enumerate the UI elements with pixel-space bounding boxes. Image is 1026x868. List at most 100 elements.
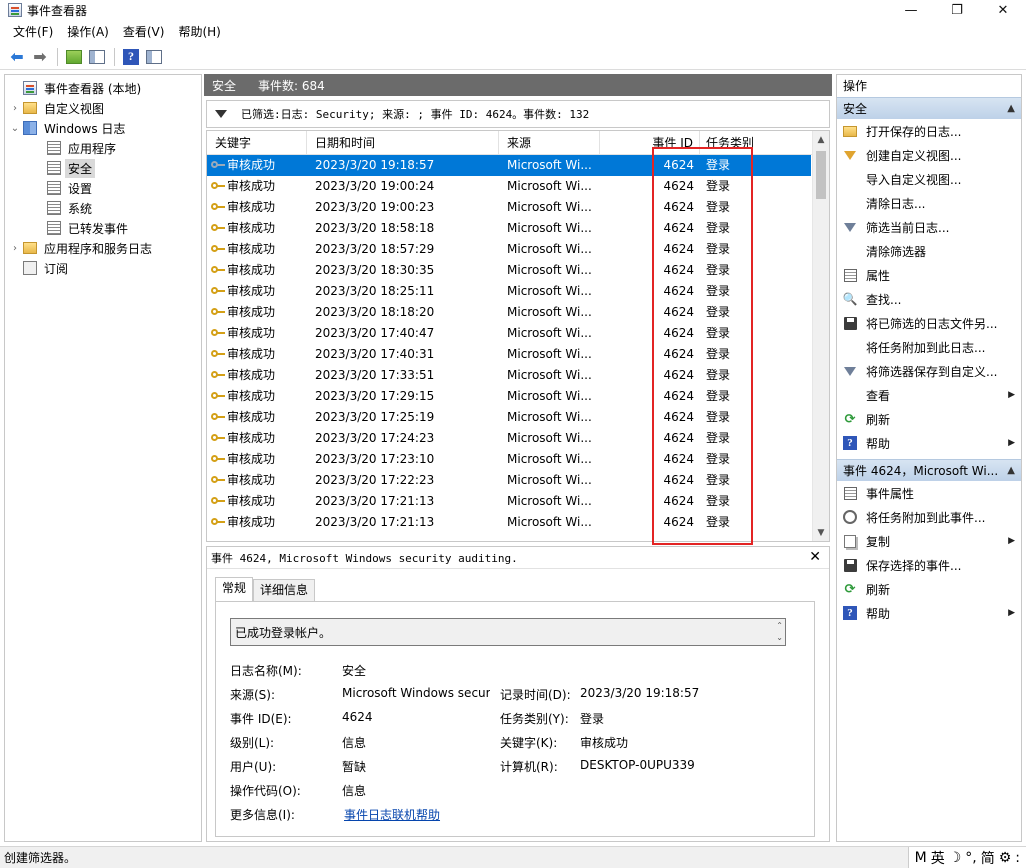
tree-item[interactable]: ⌄ Windows 日志 (5, 118, 201, 138)
tree-item[interactable]: 已转发事件 (5, 218, 201, 238)
show-hide-tree-button[interactable] (86, 46, 108, 68)
action-item[interactable]: 将任务附加到此日志... (837, 335, 1021, 359)
column-header-task-category[interactable]: 任务类别 (700, 131, 809, 154)
action-item[interactable]: 筛选当前日志... (837, 215, 1021, 239)
event-row[interactable]: 审核成功 2023/3/20 18:58:18 Microsoft Wi... 462… (207, 218, 811, 239)
tree-item[interactable]: 事件查看器 (本地) (5, 78, 201, 98)
event-log-online-help-link[interactable]: 事件日志联机帮助 (344, 806, 440, 823)
action-item[interactable]: 查看 ▶ (837, 383, 1021, 407)
action-item[interactable]: 🔍 查找... (837, 287, 1021, 311)
tree-item[interactable]: 应用程序 (5, 138, 201, 158)
tree-item[interactable]: › 应用程序和服务日志 (5, 238, 201, 258)
action-item[interactable]: ? 帮助 ▶ (837, 601, 1021, 625)
tree-item-label: 安全 (65, 158, 96, 178)
tab-general[interactable]: 常规 (215, 577, 254, 601)
event-row[interactable]: 审核成功 2023/3/20 17:21:13 Microsoft Wi... 462… (207, 512, 811, 533)
ime-language[interactable]: 英 (929, 848, 947, 868)
key-icon (211, 244, 225, 254)
column-header-keywords[interactable]: 关键字 (207, 131, 307, 154)
up-folder-button[interactable] (63, 46, 85, 68)
cell-source: Microsoft Wi... (507, 158, 592, 172)
action-item[interactable]: 属性 (837, 263, 1021, 287)
ime-mode-icon[interactable]: M (913, 850, 929, 866)
grid-scrollbar[interactable]: ▲ ▼ (812, 131, 829, 541)
event-row[interactable]: 审核成功 2023/3/20 19:00:23 Microsoft Wi... 462… (207, 197, 811, 218)
ime-moon-icon[interactable]: ☽ (947, 850, 964, 866)
chevron-right-icon[interactable]: › (7, 243, 23, 254)
event-row[interactable]: 审核成功 2023/3/20 17:29:15 Microsoft Wi... 462… (207, 386, 811, 407)
event-row[interactable]: 审核成功 2023/3/20 18:18:20 Microsoft Wi... 462… (207, 302, 811, 323)
actions-section-event[interactable]: 事件 4624，Microsoft Wi... ▲ (837, 459, 1021, 481)
properties-icon (842, 267, 858, 283)
column-header-source[interactable]: 来源 (499, 131, 600, 154)
event-row[interactable]: 审核成功 2023/3/20 17:33:51 Microsoft Wi... 462… (207, 365, 811, 386)
menu-file[interactable]: 文件(F) (6, 22, 60, 42)
open-log-icon (842, 123, 858, 139)
ime-settings-icon[interactable]: ⚙ (997, 850, 1014, 866)
action-item[interactable]: 将已筛选的日志文件另... (837, 311, 1021, 335)
action-item[interactable]: 清除日志... (837, 191, 1021, 215)
event-row[interactable]: 审核成功 2023/3/20 19:18:57 Microsoft Wi... 462… (207, 155, 811, 176)
description-scroll-icon[interactable]: ⌃ ⌄ (776, 620, 783, 644)
chevron-down-icon[interactable]: ⌄ (7, 123, 23, 134)
cell-datetime: 2023/3/20 17:25:19 (315, 410, 435, 424)
event-row[interactable]: 审核成功 2023/3/20 18:30:35 Microsoft Wi... 462… (207, 260, 811, 281)
collapse-icon[interactable]: ▲ (1007, 460, 1015, 481)
event-row[interactable]: 审核成功 2023/3/20 17:22:23 Microsoft Wi... 462… (207, 470, 811, 491)
cell-source: Microsoft Wi... (507, 179, 592, 193)
action-item[interactable]: 将筛选器保存到自定义... (837, 359, 1021, 383)
column-header-datetime[interactable]: 日期和时间 (307, 131, 499, 154)
collapse-icon[interactable]: ▲ (1007, 98, 1015, 119)
scroll-down-icon[interactable]: ▼ (813, 524, 829, 541)
cell-datetime: 2023/3/20 17:40:47 (315, 326, 435, 340)
action-item[interactable]: 事件属性 (837, 481, 1021, 505)
action-item[interactable]: 保存选择的事件... (837, 553, 1021, 577)
event-row[interactable]: 审核成功 2023/3/20 18:57:29 Microsoft Wi... 462… (207, 239, 811, 260)
chevron-right-icon[interactable]: › (7, 103, 23, 114)
back-button[interactable]: ⬅ (6, 46, 28, 68)
help-button[interactable]: ? (120, 46, 142, 68)
column-header-event-id[interactable]: 事件 ID (600, 131, 700, 154)
event-row[interactable]: 审核成功 2023/3/20 17:21:13 Microsoft Wi... 462… (207, 491, 811, 512)
actions-section-log[interactable]: 安全 ▲ (837, 97, 1021, 119)
event-row[interactable]: 审核成功 2023/3/20 19:00:24 Microsoft Wi... 462… (207, 176, 811, 197)
tree-item[interactable]: 设置 (5, 178, 201, 198)
action-item[interactable]: ⟳ 刷新 (837, 407, 1021, 431)
event-row[interactable]: 审核成功 2023/3/20 17:24:23 Microsoft Wi... 462… (207, 428, 811, 449)
menu-help[interactable]: 帮助(H) (171, 22, 227, 42)
ime-punctuation-icon[interactable]: °, (963, 850, 978, 866)
ime-more-icon[interactable]: : (1013, 850, 1022, 866)
close-icon[interactable]: ✕ (809, 549, 821, 565)
tree-item[interactable]: 安全 (5, 158, 201, 178)
event-row[interactable]: 审核成功 2023/3/20 18:25:11 Microsoft Wi... 462… (207, 281, 811, 302)
tree-item[interactable]: › 自定义视图 (5, 98, 201, 118)
action-item[interactable]: 复制 ▶ (837, 529, 1021, 553)
action-item[interactable]: ⟳ 刷新 (837, 577, 1021, 601)
action-item[interactable]: 清除筛选器 (837, 239, 1021, 263)
action-item[interactable]: 打开保存的日志... (837, 119, 1021, 143)
maximize-button[interactable]: ❐ (934, 0, 980, 20)
action-item[interactable]: ? 帮助 ▶ (837, 431, 1021, 455)
action-item-label: 帮助 (866, 436, 891, 451)
forward-button[interactable]: ➡ (29, 46, 51, 68)
tree-item[interactable]: 订阅 (5, 258, 201, 278)
tab-details[interactable]: 详细信息 (253, 579, 316, 601)
tree-item[interactable]: 系统 (5, 198, 201, 218)
event-row[interactable]: 审核成功 2023/3/20 17:40:47 Microsoft Wi... 462… (207, 323, 811, 344)
menu-action[interactable]: 操作(A) (60, 22, 116, 42)
close-button[interactable]: ✕ (980, 0, 1026, 20)
menu-view[interactable]: 查看(V) (116, 22, 172, 42)
event-row[interactable]: 审核成功 2023/3/20 17:23:10 Microsoft Wi... 462… (207, 449, 811, 470)
show-hide-action-pane-button[interactable] (143, 46, 165, 68)
event-row[interactable]: 审核成功 2023/3/20 17:40:31 Microsoft Wi... 462… (207, 344, 811, 365)
action-item[interactable]: 创建自定义视图... (837, 143, 1021, 167)
event-description[interactable]: 已成功登录帐户。 ⌃ ⌄ (230, 618, 786, 646)
action-item[interactable]: 导入自定义视图... (837, 167, 1021, 191)
ime-simplified[interactable]: 简 (979, 848, 997, 868)
action-item-label: 查找... (866, 292, 902, 307)
scroll-thumb[interactable] (816, 151, 826, 199)
action-item[interactable]: 将任务附加到此事件... (837, 505, 1021, 529)
scroll-up-icon[interactable]: ▲ (813, 131, 829, 148)
event-row[interactable]: 审核成功 2023/3/20 17:25:19 Microsoft Wi... 462… (207, 407, 811, 428)
minimize-button[interactable]: — (888, 0, 934, 20)
